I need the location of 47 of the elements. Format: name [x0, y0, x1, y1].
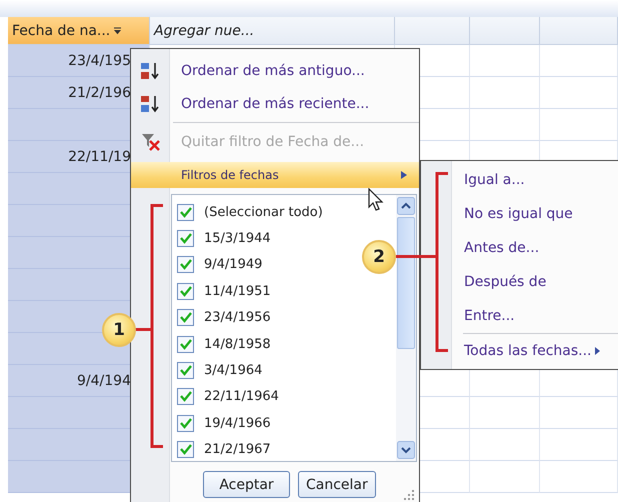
checkbox-label[interactable]: 19/4/1966 [204, 416, 271, 431]
menu-item[interactable]: Entre... [421, 299, 618, 333]
scroll-down-icon[interactable] [397, 441, 415, 459]
scroll-thumb[interactable] [397, 217, 415, 349]
checkbox-label[interactable]: 3/4/1964 [204, 363, 262, 378]
clear-filter-icon [141, 132, 161, 150]
resize-grip-icon[interactable] [403, 489, 415, 501]
checkbox-label[interactable]: (Seleccionar todo) [204, 204, 323, 220]
menu-item[interactable]: Filtros de fechas [131, 162, 419, 188]
checkbox[interactable] [177, 362, 194, 380]
checkbox[interactable] [177, 282, 194, 300]
dropdown-icon[interactable] [113, 26, 122, 35]
table-cell [470, 45, 540, 77]
menu-item[interactable]: No es igual que [421, 197, 618, 231]
table-cell [470, 461, 540, 493]
checkbox-label[interactable]: 21/2/1967 [204, 442, 271, 458]
checkbox[interactable] [177, 441, 194, 458]
submenu-arrow-icon [594, 347, 600, 355]
checkbox[interactable] [177, 336, 194, 353]
column-header[interactable]: Agregar nue... [150, 17, 395, 45]
checkbox-label[interactable]: 9/4/1949 [204, 257, 262, 272]
menu-item[interactable]: Antes de... [421, 231, 618, 265]
table-cell [470, 429, 540, 461]
column-header[interactable]: Fecha de na... [8, 17, 150, 45]
menu-item[interactable]: Después de [421, 265, 618, 299]
checkbox-label[interactable]: 14/8/1958 [204, 336, 271, 352]
checkbox[interactable] [177, 256, 194, 274]
leader-line [396, 255, 436, 258]
checkbox[interactable] [177, 204, 194, 221]
checkbox[interactable] [177, 309, 194, 326]
checkbox-label[interactable]: 23/4/1956 [204, 310, 271, 326]
checkbox-label[interactable]: 22/11/1964 [204, 389, 279, 404]
table-cell [470, 397, 540, 429]
table-cell [470, 77, 540, 109]
checkbox-label[interactable]: 11/4/1951 [204, 284, 271, 299]
dialog-button[interactable]: Aceptar [203, 471, 290, 498]
scroll-up-icon[interactable] [397, 197, 415, 215]
checkbox[interactable] [177, 388, 194, 406]
menu-item[interactable]: Todas las fechas... [421, 334, 618, 368]
leader-line [134, 328, 152, 331]
checkbox[interactable] [177, 414, 194, 432]
checkbox[interactable] [177, 230, 194, 248]
checkbox-label[interactable]: 15/3/1944 [204, 231, 271, 246]
menu-item[interactable]: Igual a... [421, 163, 618, 197]
dialog-button[interactable]: Cancelar [298, 471, 376, 498]
scrollbar[interactable] [396, 195, 416, 461]
submenu-arrow-icon [401, 171, 407, 179]
